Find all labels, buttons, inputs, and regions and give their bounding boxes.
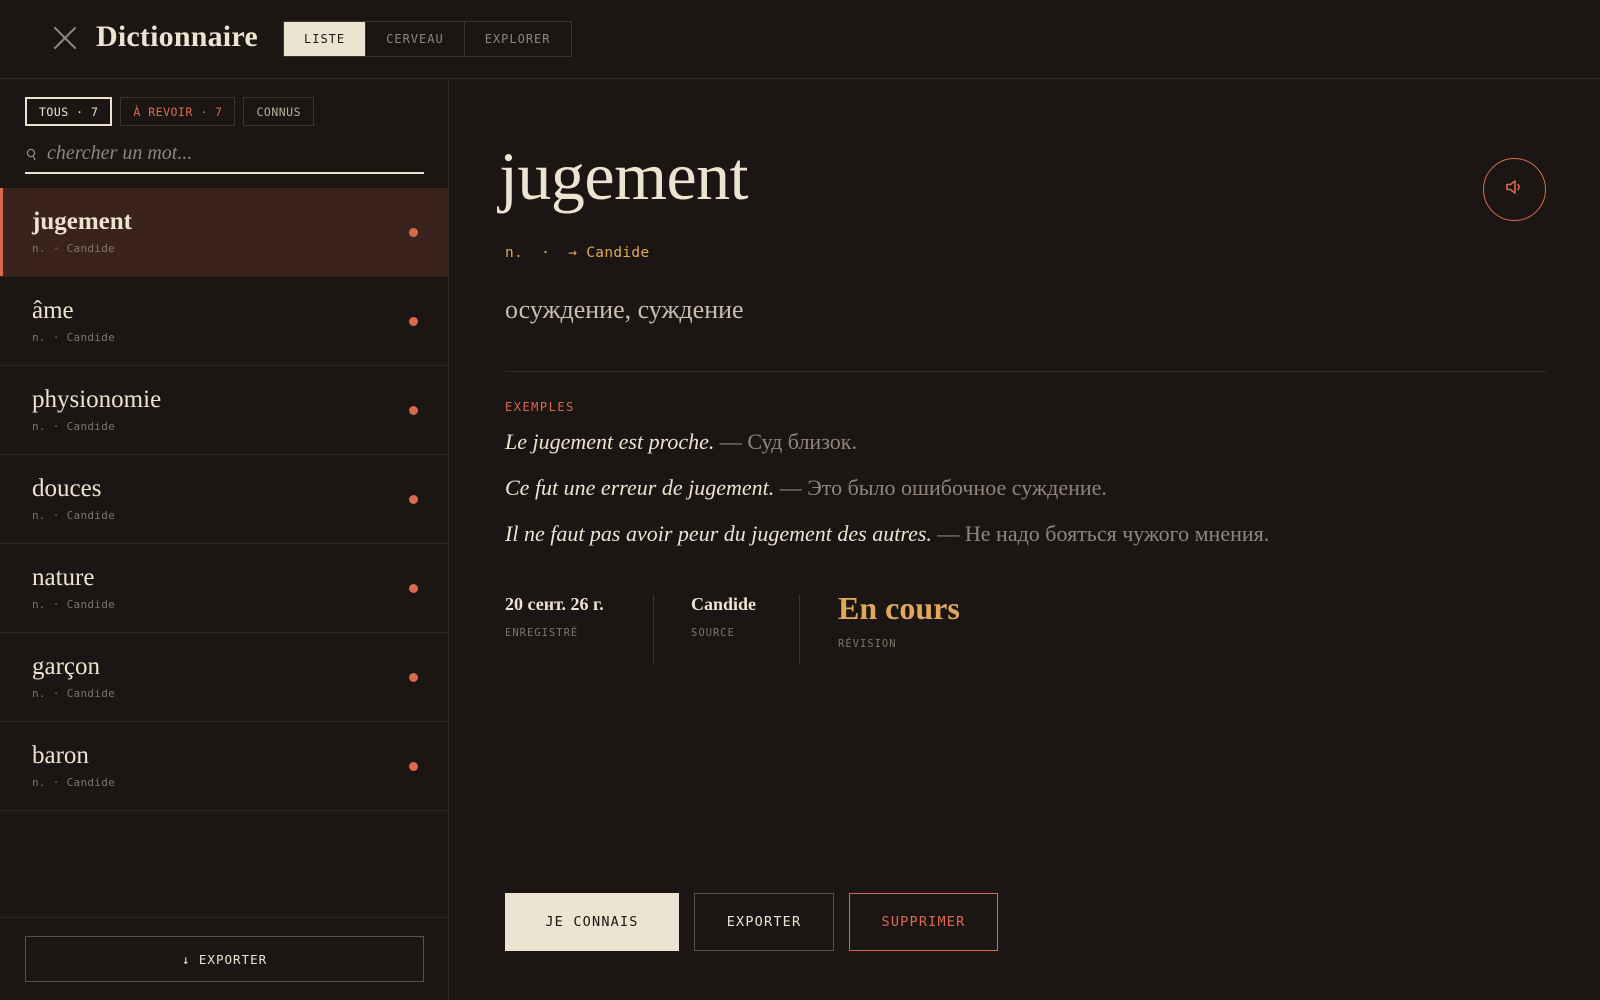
list-item[interactable]: baron n. · Candide bbox=[0, 722, 448, 811]
search-input[interactable] bbox=[47, 142, 424, 165]
filter-bar: TOUS · 7 À REVOIR · 7 CONNUS bbox=[25, 97, 315, 126]
view-tabs: LISTE CERVEAU EXPLORER bbox=[283, 21, 572, 57]
word-label: nature bbox=[32, 564, 95, 591]
divider bbox=[505, 371, 1546, 372]
word-meta: n. · Candide bbox=[32, 509, 116, 522]
review-dot-icon bbox=[409, 673, 418, 682]
word-label: douces bbox=[32, 475, 102, 502]
word-meta: n. · Candide bbox=[32, 242, 116, 255]
translation: осуждение, суждение bbox=[505, 295, 744, 324]
word-meta: n. · Candide bbox=[32, 331, 116, 344]
examples-heading: EXEMPLES bbox=[505, 400, 575, 414]
example-french: Le jugement est proche. bbox=[505, 429, 715, 454]
word-label: jugement bbox=[32, 208, 132, 235]
word-label: garçon bbox=[32, 653, 101, 680]
review-status: En cours bbox=[838, 590, 960, 626]
example-translation: — Не надо бояться чужого мнения. bbox=[931, 521, 1270, 546]
review-label: RÉVISION bbox=[838, 638, 897, 650]
list-item[interactable]: nature n. · Candide bbox=[0, 544, 448, 633]
action-bar: JE CONNAIS EXPORTER SUPPRIMER bbox=[505, 893, 998, 951]
stat-source: Candide SOURCE bbox=[654, 594, 800, 664]
word-label: physionomie bbox=[32, 386, 162, 413]
list-item[interactable]: âme n. · Candide bbox=[0, 277, 448, 366]
stat-saved: 20 сент. 26 г. ENREGISTRÉ bbox=[505, 594, 654, 664]
audio-button[interactable] bbox=[1483, 158, 1546, 221]
word-stats: 20 сент. 26 г. ENREGISTRÉ Candide SOURCE… bbox=[505, 590, 960, 664]
word-meta: n. · Candide bbox=[32, 687, 116, 700]
export-button[interactable]: EXPORTER bbox=[694, 893, 834, 951]
tab-explorer[interactable]: EXPLORER bbox=[465, 22, 571, 56]
word-meta: n. · Candide bbox=[32, 776, 116, 789]
filter-all[interactable]: TOUS · 7 bbox=[25, 97, 113, 126]
filter-known[interactable]: CONNUS bbox=[243, 97, 315, 126]
filter-review[interactable]: À REVOIR · 7 bbox=[120, 97, 236, 126]
example-sentence: Ce fut une erreur de jugement. — Это был… bbox=[505, 473, 1565, 519]
example-translation: — Это было ошибочное суждение. bbox=[774, 475, 1107, 500]
saved-label: ENREGISTRÉ bbox=[505, 627, 579, 639]
word-detail: jugement n. · → Candide осуждение, сужде… bbox=[449, 79, 1600, 1000]
app-title: Dictionnaire bbox=[96, 20, 258, 53]
example-translation: — Суд близок. bbox=[714, 429, 857, 454]
export-list-button[interactable]: ↓ EXPORTER bbox=[25, 936, 424, 982]
review-dot-icon bbox=[409, 762, 418, 771]
source-label: SOURCE bbox=[691, 627, 735, 639]
saved-date: 20 сент. 26 г. bbox=[505, 594, 604, 614]
speaker-icon bbox=[1505, 178, 1525, 201]
sidebar-footer: ↓ EXPORTER bbox=[0, 917, 448, 1000]
word-list: jugement n. · Candide âme n. · Candide p… bbox=[0, 188, 448, 811]
examples-list: Le jugement est proche. — Суд близок. Ce… bbox=[505, 427, 1565, 565]
search-box bbox=[25, 135, 424, 174]
top-bar: Dictionnaire LISTE CERVEAU EXPLORER bbox=[0, 0, 1600, 79]
review-dot-icon bbox=[409, 317, 418, 326]
review-dot-icon bbox=[409, 406, 418, 415]
word-label: âme bbox=[32, 297, 74, 324]
search-icon bbox=[26, 148, 36, 160]
list-item[interactable]: physionomie n. · Candide bbox=[0, 366, 448, 455]
review-dot-icon bbox=[409, 584, 418, 593]
headword: jugement bbox=[499, 138, 749, 214]
example-sentence: Le jugement est proche. — Суд близок. bbox=[505, 427, 1565, 473]
word-meta: n. · Candide bbox=[32, 420, 116, 433]
know-button[interactable]: JE CONNAIS bbox=[505, 893, 679, 951]
list-item[interactable]: douces n. · Candide bbox=[0, 455, 448, 544]
part-of-speech-source: n. · → Candide bbox=[505, 245, 650, 261]
word-label: baron bbox=[32, 742, 89, 769]
example-sentence: Il ne faut pas avoir peur du jugement de… bbox=[505, 519, 1565, 565]
tab-cerveau[interactable]: CERVEAU bbox=[366, 22, 465, 56]
tab-liste[interactable]: LISTE bbox=[284, 22, 367, 56]
stat-review: En cours RÉVISION bbox=[800, 590, 960, 664]
delete-button[interactable]: SUPPRIMER bbox=[849, 893, 998, 951]
review-dot-icon bbox=[409, 228, 418, 237]
word-meta: n. · Candide bbox=[32, 598, 116, 611]
example-french: Il ne faut pas avoir peur du jugement de… bbox=[505, 521, 932, 546]
close-icon[interactable] bbox=[52, 25, 78, 51]
list-item[interactable]: jugement n. · Candide bbox=[0, 188, 448, 277]
list-item[interactable]: garçon n. · Candide bbox=[0, 633, 448, 722]
source-value: Candide bbox=[691, 594, 757, 614]
sidebar: TOUS · 7 À REVOIR · 7 CONNUS jugement n.… bbox=[0, 79, 449, 1000]
example-french: Ce fut une erreur de jugement. bbox=[505, 475, 775, 500]
review-dot-icon bbox=[409, 495, 418, 504]
